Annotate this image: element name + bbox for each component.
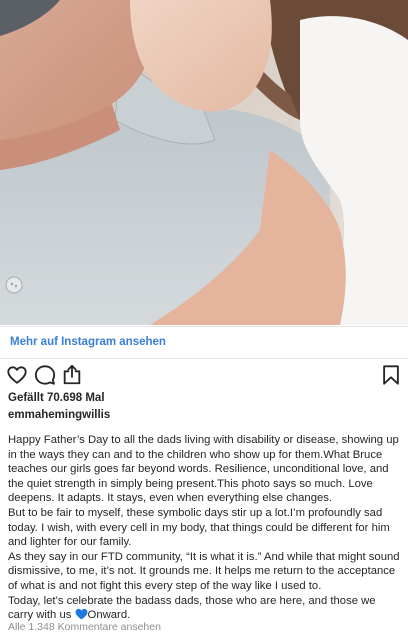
caption-paragraph-2: But to be fair to myself, these symbolic… [8, 506, 390, 549]
caption-paragraph-3: As they say in our FTD community, “It is… [8, 550, 400, 592]
speech-bubble-icon[interactable] [34, 364, 56, 386]
caption-paragraph-4-end: Onward. [87, 609, 131, 622]
caption-paragraph-1: Happy Father’s Day to all the dads livin… [8, 434, 399, 505]
divider-bottom [0, 358, 408, 359]
caption-paragraph-4-text: Today, let’s celebrate the badass dads, … [8, 594, 376, 622]
blue-heart-icon [75, 608, 88, 620]
post-username[interactable]: emmahemingwillis [8, 409, 110, 421]
share-icon[interactable] [61, 364, 83, 386]
action-bar [0, 364, 408, 388]
post-photo [0, 0, 408, 325]
caption-paragraph-4: Today, let’s celebrate the badass dads, … [8, 594, 402, 623]
likes-count: Gefällt 70.698 Mal [8, 392, 105, 404]
view-more-on-instagram-link[interactable]: Mehr auf Instagram ansehen [10, 336, 166, 348]
photo-illustration [0, 0, 408, 325]
bookmark-icon[interactable] [380, 364, 402, 386]
post-caption: Happy Father’s Day to all the dads livin… [8, 433, 402, 623]
view-all-comments-link[interactable]: Alle 1.348 Kommentare ansehen [8, 621, 161, 633]
divider-top [0, 326, 408, 327]
heart-outline-icon[interactable] [6, 364, 28, 386]
